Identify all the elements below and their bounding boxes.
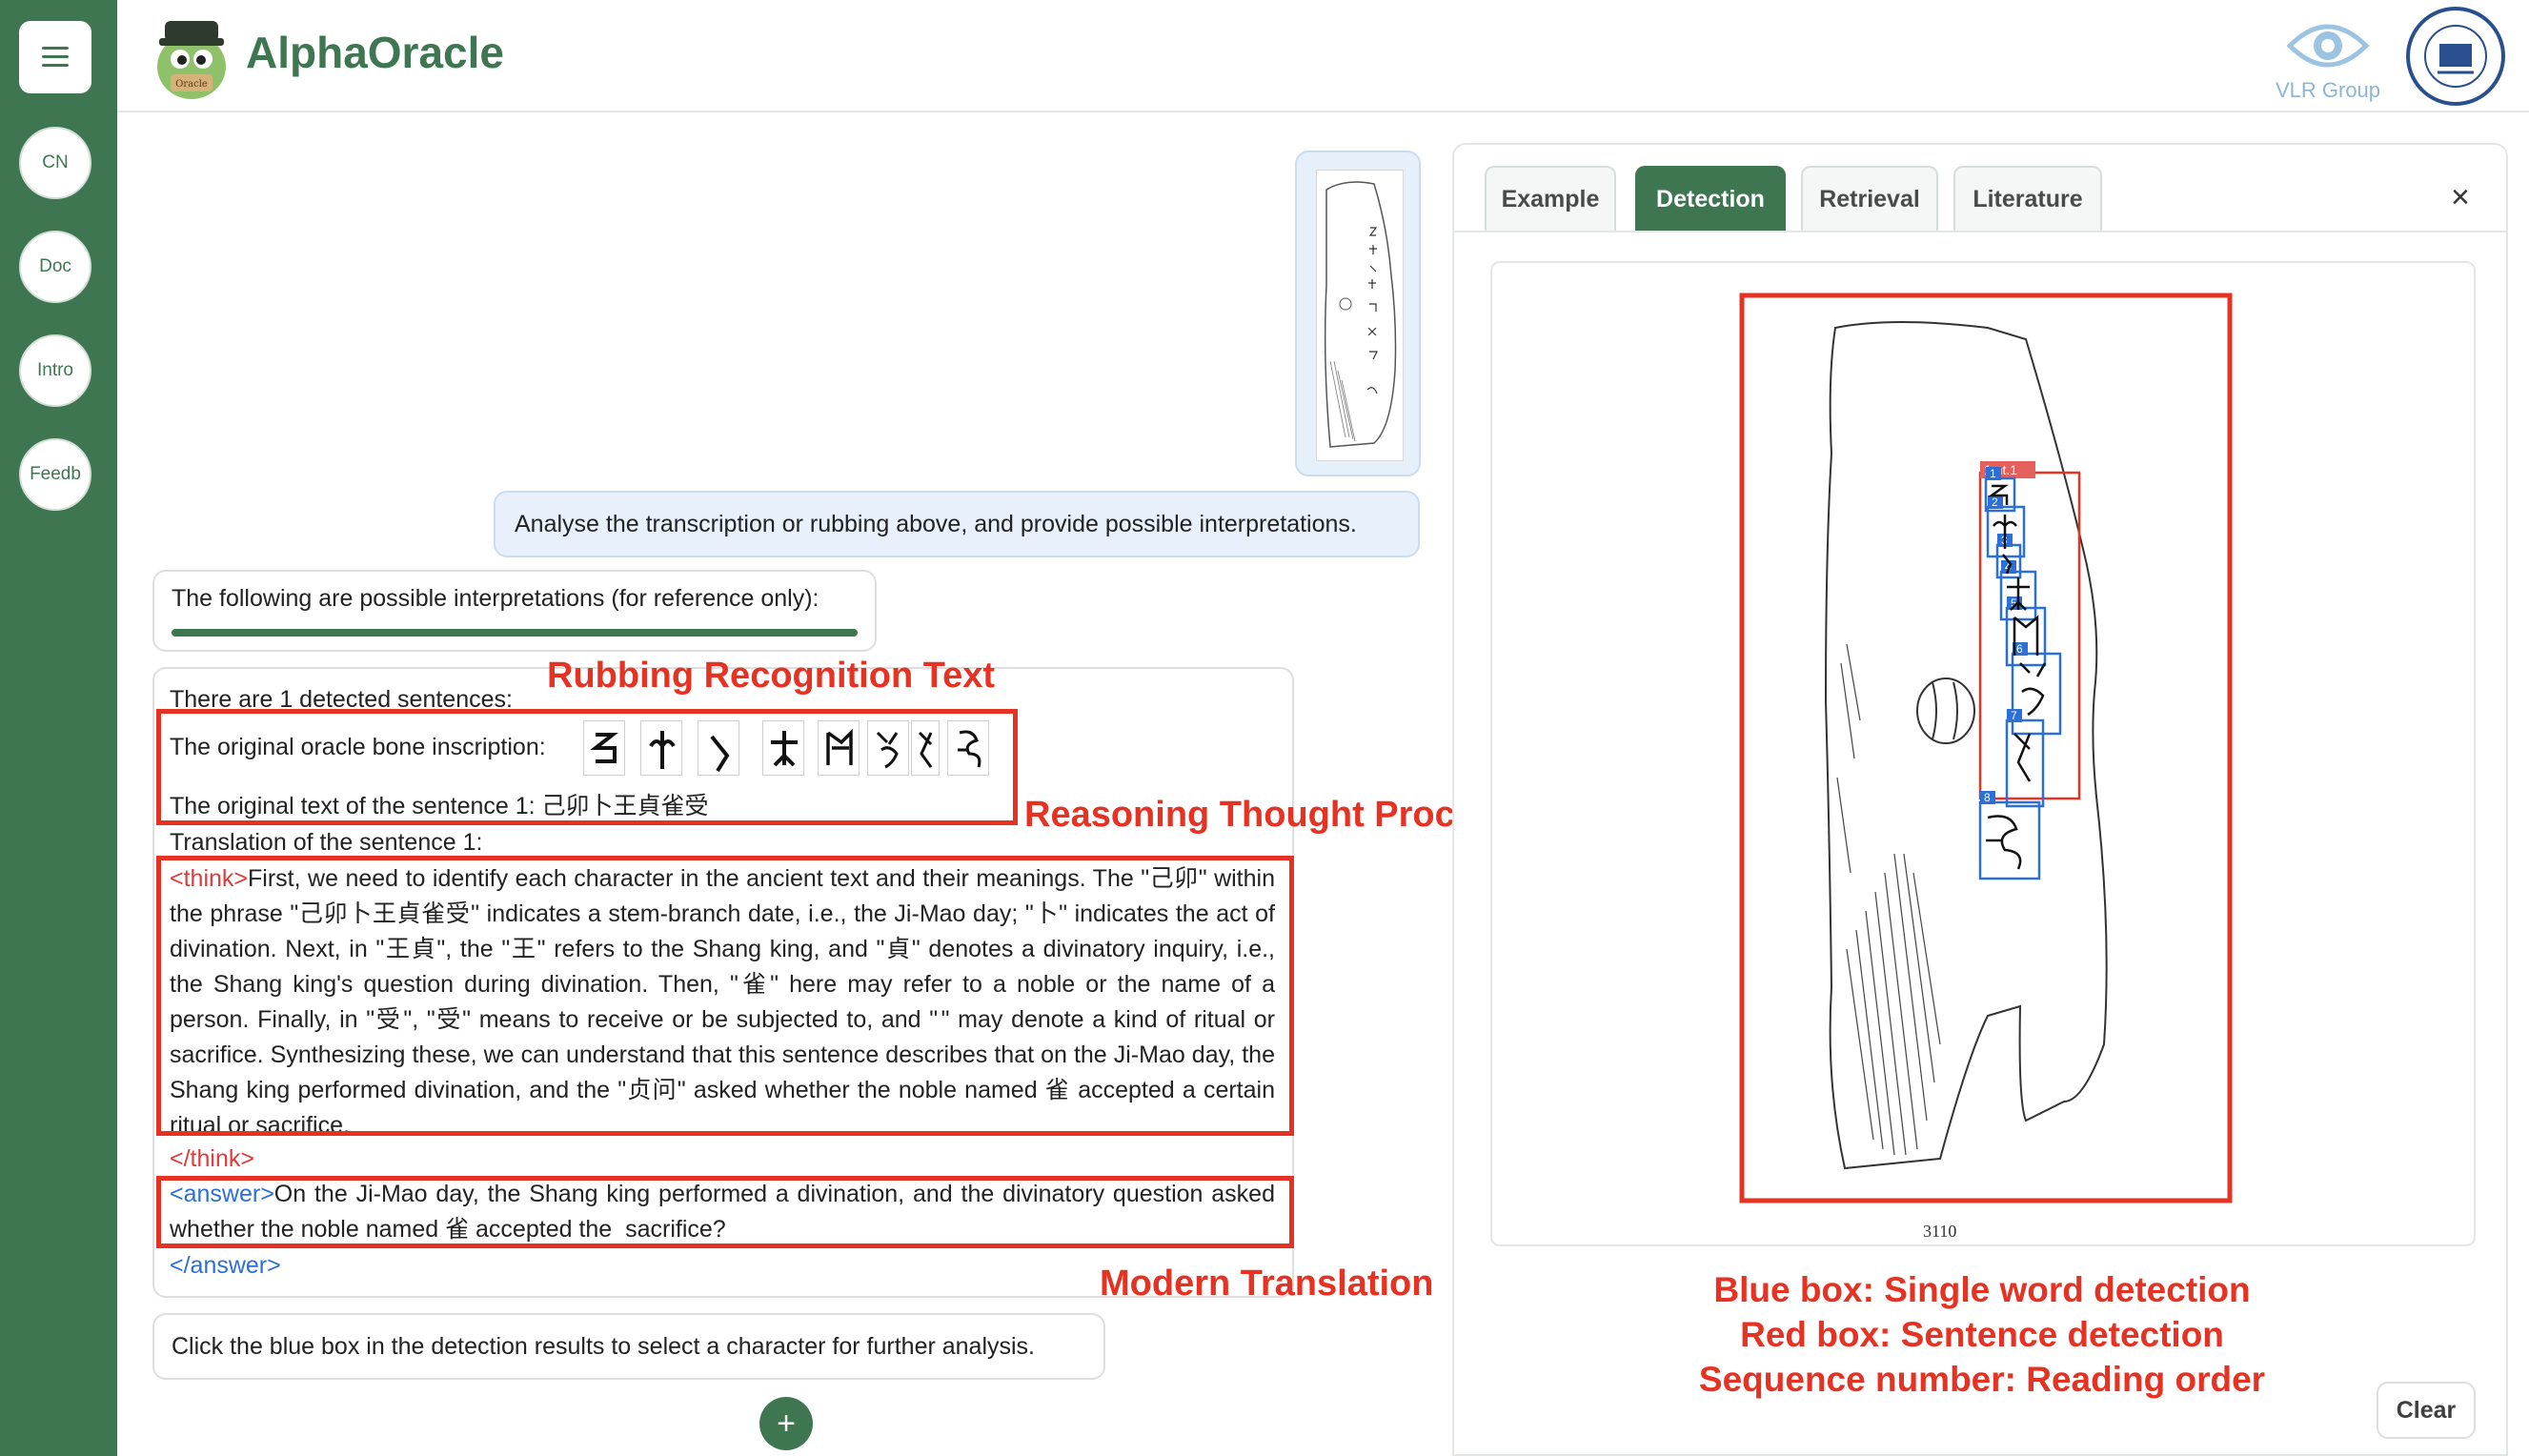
close-icon[interactable]: × [2451, 179, 2470, 216]
tab-detection[interactable]: Detection [1635, 166, 1786, 231]
tab-example[interactable]: Example [1485, 166, 1616, 231]
detection-legend: Blue box: Single word detection Red box:… [1454, 1267, 2510, 1402]
answer-close-tag: </answer> [170, 1248, 281, 1284]
eye-icon [2261, 11, 2395, 78]
bone-outline [1826, 322, 2107, 1168]
sidebar-item-doc[interactable]: Doc [19, 231, 91, 303]
app-title: AlphaOracle [246, 27, 504, 78]
intro-reply-text: The following are possible interpretatio… [172, 585, 819, 612]
plate-number: 3110 [1923, 1222, 1956, 1241]
menu-button[interactable] [19, 21, 91, 93]
hatching [1837, 644, 1940, 1155]
uploaded-rubbing-thumbnail [1316, 170, 1404, 461]
sidebar-item-cn[interactable]: CN [19, 127, 91, 199]
tab-divider [1454, 231, 2506, 233]
mascot-logo-icon: Oracle [144, 8, 239, 103]
add-button[interactable]: + [759, 1397, 813, 1450]
header: Oracle AlphaOracle VLR Group [117, 0, 2529, 112]
uploaded-image-card[interactable] [1295, 151, 1421, 476]
tab-retrieval[interactable]: Retrieval [1801, 166, 1938, 231]
vlr-group-label: VLR Group [2261, 78, 2395, 103]
sentence-box [1980, 473, 2079, 799]
translation-highlight-box [156, 1176, 1294, 1248]
assistant-intro-message: The following are possible interpretatio… [152, 570, 877, 652]
user-message: Analyse the transcription or rubbing abo… [494, 491, 1420, 557]
char-number-2: 2 [1992, 495, 1998, 509]
annotation-reasoning: Reasoning Thought Process [1024, 795, 1515, 836]
annotation-modern: Modern Translation [1100, 1264, 1433, 1304]
tab-literature[interactable]: Literature [1953, 166, 2102, 231]
hint-message: Click the blue box in the detection resu… [152, 1313, 1105, 1380]
char-number-8: 8 [1984, 791, 1991, 804]
university-seal-icon [2399, 6, 2512, 107]
reasoning-highlight-box [156, 856, 1294, 1136]
svg-text:Oracle: Oracle [175, 79, 208, 90]
char-number-1: 1 [1990, 467, 1996, 480]
bone-circle-mark [1917, 678, 1974, 743]
legend-red-box: Red box: Sentence detection [1454, 1312, 2510, 1357]
sidebar-item-intro[interactable]: Intro [19, 334, 91, 407]
hamburger-icon [42, 47, 69, 68]
detection-image: 1 nt.1 1 2 3 4 [1492, 263, 2474, 1244]
sidebar: CN Doc Intro Feedb [0, 0, 117, 1456]
progress-bar [172, 629, 858, 637]
legend-blue-box: Blue box: Single word detection [1454, 1267, 2510, 1312]
detection-viewer: 1 nt.1 1 2 3 4 [1490, 261, 2476, 1246]
think-close-tag: </think> [170, 1142, 254, 1177]
image-frame [1742, 295, 2230, 1201]
vlr-group-logo: VLR Group [2261, 11, 2395, 107]
rubbing-highlight-box [156, 709, 1018, 825]
char-number-7: 7 [2011, 709, 2017, 722]
legend-sequence: Sequence number: Reading order [1454, 1357, 2510, 1402]
sidebar-item-feedback[interactable]: Feedb [19, 438, 91, 511]
char-number-6: 6 [2016, 642, 2023, 656]
annotation-rubbing: Rubbing Recognition Text [547, 656, 995, 697]
clear-button[interactable]: Clear [2377, 1382, 2476, 1439]
detection-panel: Example Detection Retrieval Literature ×… [1452, 143, 2508, 1456]
